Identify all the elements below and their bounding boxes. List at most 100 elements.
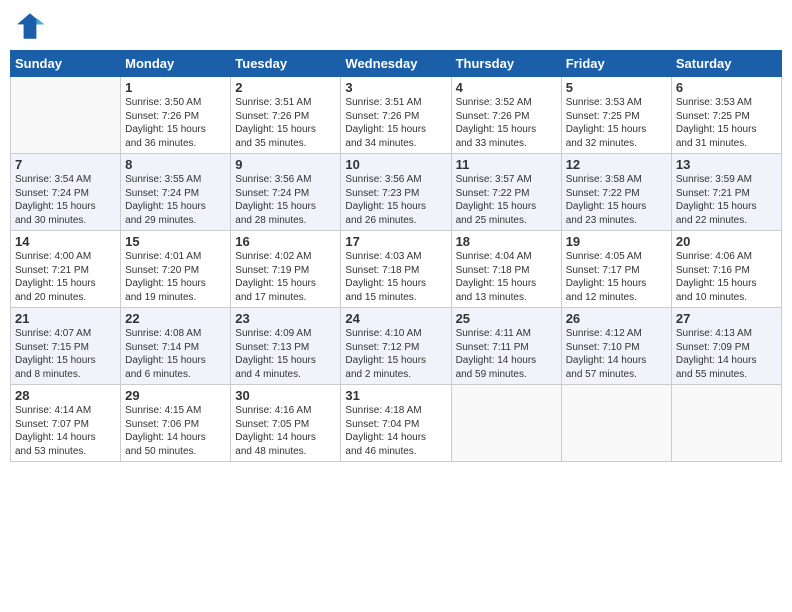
day-number: 21	[15, 311, 116, 326]
day-info: Sunrise: 3:59 AM Sunset: 7:21 PM Dayligh…	[676, 173, 777, 227]
calendar-cell: 28Sunrise: 4:14 AM Sunset: 7:07 PM Dayli…	[11, 385, 121, 462]
calendar-cell: 30Sunrise: 4:16 AM Sunset: 7:05 PM Dayli…	[231, 385, 341, 462]
day-number: 17	[345, 234, 446, 249]
calendar-cell: 15Sunrise: 4:01 AM Sunset: 7:20 PM Dayli…	[121, 231, 231, 308]
calendar-cell: 4Sunrise: 3:52 AM Sunset: 7:26 PM Daylig…	[451, 77, 561, 154]
day-number: 12	[566, 157, 667, 172]
day-number: 8	[125, 157, 226, 172]
page-header	[10, 10, 782, 42]
calendar-cell: 11Sunrise: 3:57 AM Sunset: 7:22 PM Dayli…	[451, 154, 561, 231]
calendar-cell	[561, 385, 671, 462]
day-number: 24	[345, 311, 446, 326]
day-number: 28	[15, 388, 116, 403]
day-number: 15	[125, 234, 226, 249]
calendar-cell: 24Sunrise: 4:10 AM Sunset: 7:12 PM Dayli…	[341, 308, 451, 385]
calendar-table: SundayMondayTuesdayWednesdayThursdayFrid…	[10, 50, 782, 462]
day-info: Sunrise: 4:15 AM Sunset: 7:06 PM Dayligh…	[125, 404, 226, 458]
day-info: Sunrise: 3:52 AM Sunset: 7:26 PM Dayligh…	[456, 96, 557, 150]
calendar-cell: 20Sunrise: 4:06 AM Sunset: 7:16 PM Dayli…	[671, 231, 781, 308]
calendar-cell: 5Sunrise: 3:53 AM Sunset: 7:25 PM Daylig…	[561, 77, 671, 154]
day-info: Sunrise: 3:50 AM Sunset: 7:26 PM Dayligh…	[125, 96, 226, 150]
calendar-cell: 2Sunrise: 3:51 AM Sunset: 7:26 PM Daylig…	[231, 77, 341, 154]
calendar-cell: 22Sunrise: 4:08 AM Sunset: 7:14 PM Dayli…	[121, 308, 231, 385]
day-number: 10	[345, 157, 446, 172]
calendar-cell	[11, 77, 121, 154]
week-row-4: 21Sunrise: 4:07 AM Sunset: 7:15 PM Dayli…	[11, 308, 782, 385]
calendar-cell: 12Sunrise: 3:58 AM Sunset: 7:22 PM Dayli…	[561, 154, 671, 231]
calendar-cell: 17Sunrise: 4:03 AM Sunset: 7:18 PM Dayli…	[341, 231, 451, 308]
calendar-cell: 10Sunrise: 3:56 AM Sunset: 7:23 PM Dayli…	[341, 154, 451, 231]
day-number: 3	[345, 80, 446, 95]
week-row-2: 7Sunrise: 3:54 AM Sunset: 7:24 PM Daylig…	[11, 154, 782, 231]
calendar-cell	[451, 385, 561, 462]
week-row-5: 28Sunrise: 4:14 AM Sunset: 7:07 PM Dayli…	[11, 385, 782, 462]
day-number: 7	[15, 157, 116, 172]
logo-icon	[14, 10, 46, 42]
day-number: 27	[676, 311, 777, 326]
header-tuesday: Tuesday	[231, 51, 341, 77]
day-info: Sunrise: 3:51 AM Sunset: 7:26 PM Dayligh…	[345, 96, 446, 150]
header-friday: Friday	[561, 51, 671, 77]
calendar-cell: 13Sunrise: 3:59 AM Sunset: 7:21 PM Dayli…	[671, 154, 781, 231]
day-info: Sunrise: 3:51 AM Sunset: 7:26 PM Dayligh…	[235, 96, 336, 150]
day-number: 22	[125, 311, 226, 326]
day-number: 16	[235, 234, 336, 249]
day-number: 20	[676, 234, 777, 249]
calendar-cell: 1Sunrise: 3:50 AM Sunset: 7:26 PM Daylig…	[121, 77, 231, 154]
calendar-cell: 25Sunrise: 4:11 AM Sunset: 7:11 PM Dayli…	[451, 308, 561, 385]
day-number: 31	[345, 388, 446, 403]
day-number: 14	[15, 234, 116, 249]
week-row-3: 14Sunrise: 4:00 AM Sunset: 7:21 PM Dayli…	[11, 231, 782, 308]
header-sunday: Sunday	[11, 51, 121, 77]
day-info: Sunrise: 4:03 AM Sunset: 7:18 PM Dayligh…	[345, 250, 446, 304]
day-info: Sunrise: 4:00 AM Sunset: 7:21 PM Dayligh…	[15, 250, 116, 304]
day-number: 26	[566, 311, 667, 326]
day-info: Sunrise: 3:56 AM Sunset: 7:23 PM Dayligh…	[345, 173, 446, 227]
day-info: Sunrise: 4:04 AM Sunset: 7:18 PM Dayligh…	[456, 250, 557, 304]
header-wednesday: Wednesday	[341, 51, 451, 77]
calendar-cell: 26Sunrise: 4:12 AM Sunset: 7:10 PM Dayli…	[561, 308, 671, 385]
day-number: 4	[456, 80, 557, 95]
day-number: 30	[235, 388, 336, 403]
calendar-cell: 9Sunrise: 3:56 AM Sunset: 7:24 PM Daylig…	[231, 154, 341, 231]
day-number: 9	[235, 157, 336, 172]
day-info: Sunrise: 4:11 AM Sunset: 7:11 PM Dayligh…	[456, 327, 557, 381]
calendar-cell: 8Sunrise: 3:55 AM Sunset: 7:24 PM Daylig…	[121, 154, 231, 231]
day-number: 19	[566, 234, 667, 249]
day-number: 2	[235, 80, 336, 95]
week-row-1: 1Sunrise: 3:50 AM Sunset: 7:26 PM Daylig…	[11, 77, 782, 154]
calendar-cell: 19Sunrise: 4:05 AM Sunset: 7:17 PM Dayli…	[561, 231, 671, 308]
calendar-cell: 23Sunrise: 4:09 AM Sunset: 7:13 PM Dayli…	[231, 308, 341, 385]
day-info: Sunrise: 4:05 AM Sunset: 7:17 PM Dayligh…	[566, 250, 667, 304]
calendar-cell: 3Sunrise: 3:51 AM Sunset: 7:26 PM Daylig…	[341, 77, 451, 154]
header-thursday: Thursday	[451, 51, 561, 77]
calendar-cell: 27Sunrise: 4:13 AM Sunset: 7:09 PM Dayli…	[671, 308, 781, 385]
day-number: 29	[125, 388, 226, 403]
day-info: Sunrise: 4:07 AM Sunset: 7:15 PM Dayligh…	[15, 327, 116, 381]
day-number: 6	[676, 80, 777, 95]
day-info: Sunrise: 4:01 AM Sunset: 7:20 PM Dayligh…	[125, 250, 226, 304]
day-info: Sunrise: 4:08 AM Sunset: 7:14 PM Dayligh…	[125, 327, 226, 381]
day-info: Sunrise: 4:16 AM Sunset: 7:05 PM Dayligh…	[235, 404, 336, 458]
day-info: Sunrise: 4:12 AM Sunset: 7:10 PM Dayligh…	[566, 327, 667, 381]
day-number: 23	[235, 311, 336, 326]
day-info: Sunrise: 4:13 AM Sunset: 7:09 PM Dayligh…	[676, 327, 777, 381]
calendar-cell: 21Sunrise: 4:07 AM Sunset: 7:15 PM Dayli…	[11, 308, 121, 385]
header-monday: Monday	[121, 51, 231, 77]
day-info: Sunrise: 3:56 AM Sunset: 7:24 PM Dayligh…	[235, 173, 336, 227]
day-info: Sunrise: 3:54 AM Sunset: 7:24 PM Dayligh…	[15, 173, 116, 227]
day-info: Sunrise: 3:53 AM Sunset: 7:25 PM Dayligh…	[566, 96, 667, 150]
day-number: 1	[125, 80, 226, 95]
header-saturday: Saturday	[671, 51, 781, 77]
day-info: Sunrise: 4:10 AM Sunset: 7:12 PM Dayligh…	[345, 327, 446, 381]
calendar-cell: 16Sunrise: 4:02 AM Sunset: 7:19 PM Dayli…	[231, 231, 341, 308]
day-info: Sunrise: 4:02 AM Sunset: 7:19 PM Dayligh…	[235, 250, 336, 304]
day-number: 11	[456, 157, 557, 172]
calendar-cell: 7Sunrise: 3:54 AM Sunset: 7:24 PM Daylig…	[11, 154, 121, 231]
calendar-cell: 31Sunrise: 4:18 AM Sunset: 7:04 PM Dayli…	[341, 385, 451, 462]
calendar-cell	[671, 385, 781, 462]
day-number: 13	[676, 157, 777, 172]
calendar-header-row: SundayMondayTuesdayWednesdayThursdayFrid…	[11, 51, 782, 77]
calendar-cell: 18Sunrise: 4:04 AM Sunset: 7:18 PM Dayli…	[451, 231, 561, 308]
calendar-cell: 14Sunrise: 4:00 AM Sunset: 7:21 PM Dayli…	[11, 231, 121, 308]
